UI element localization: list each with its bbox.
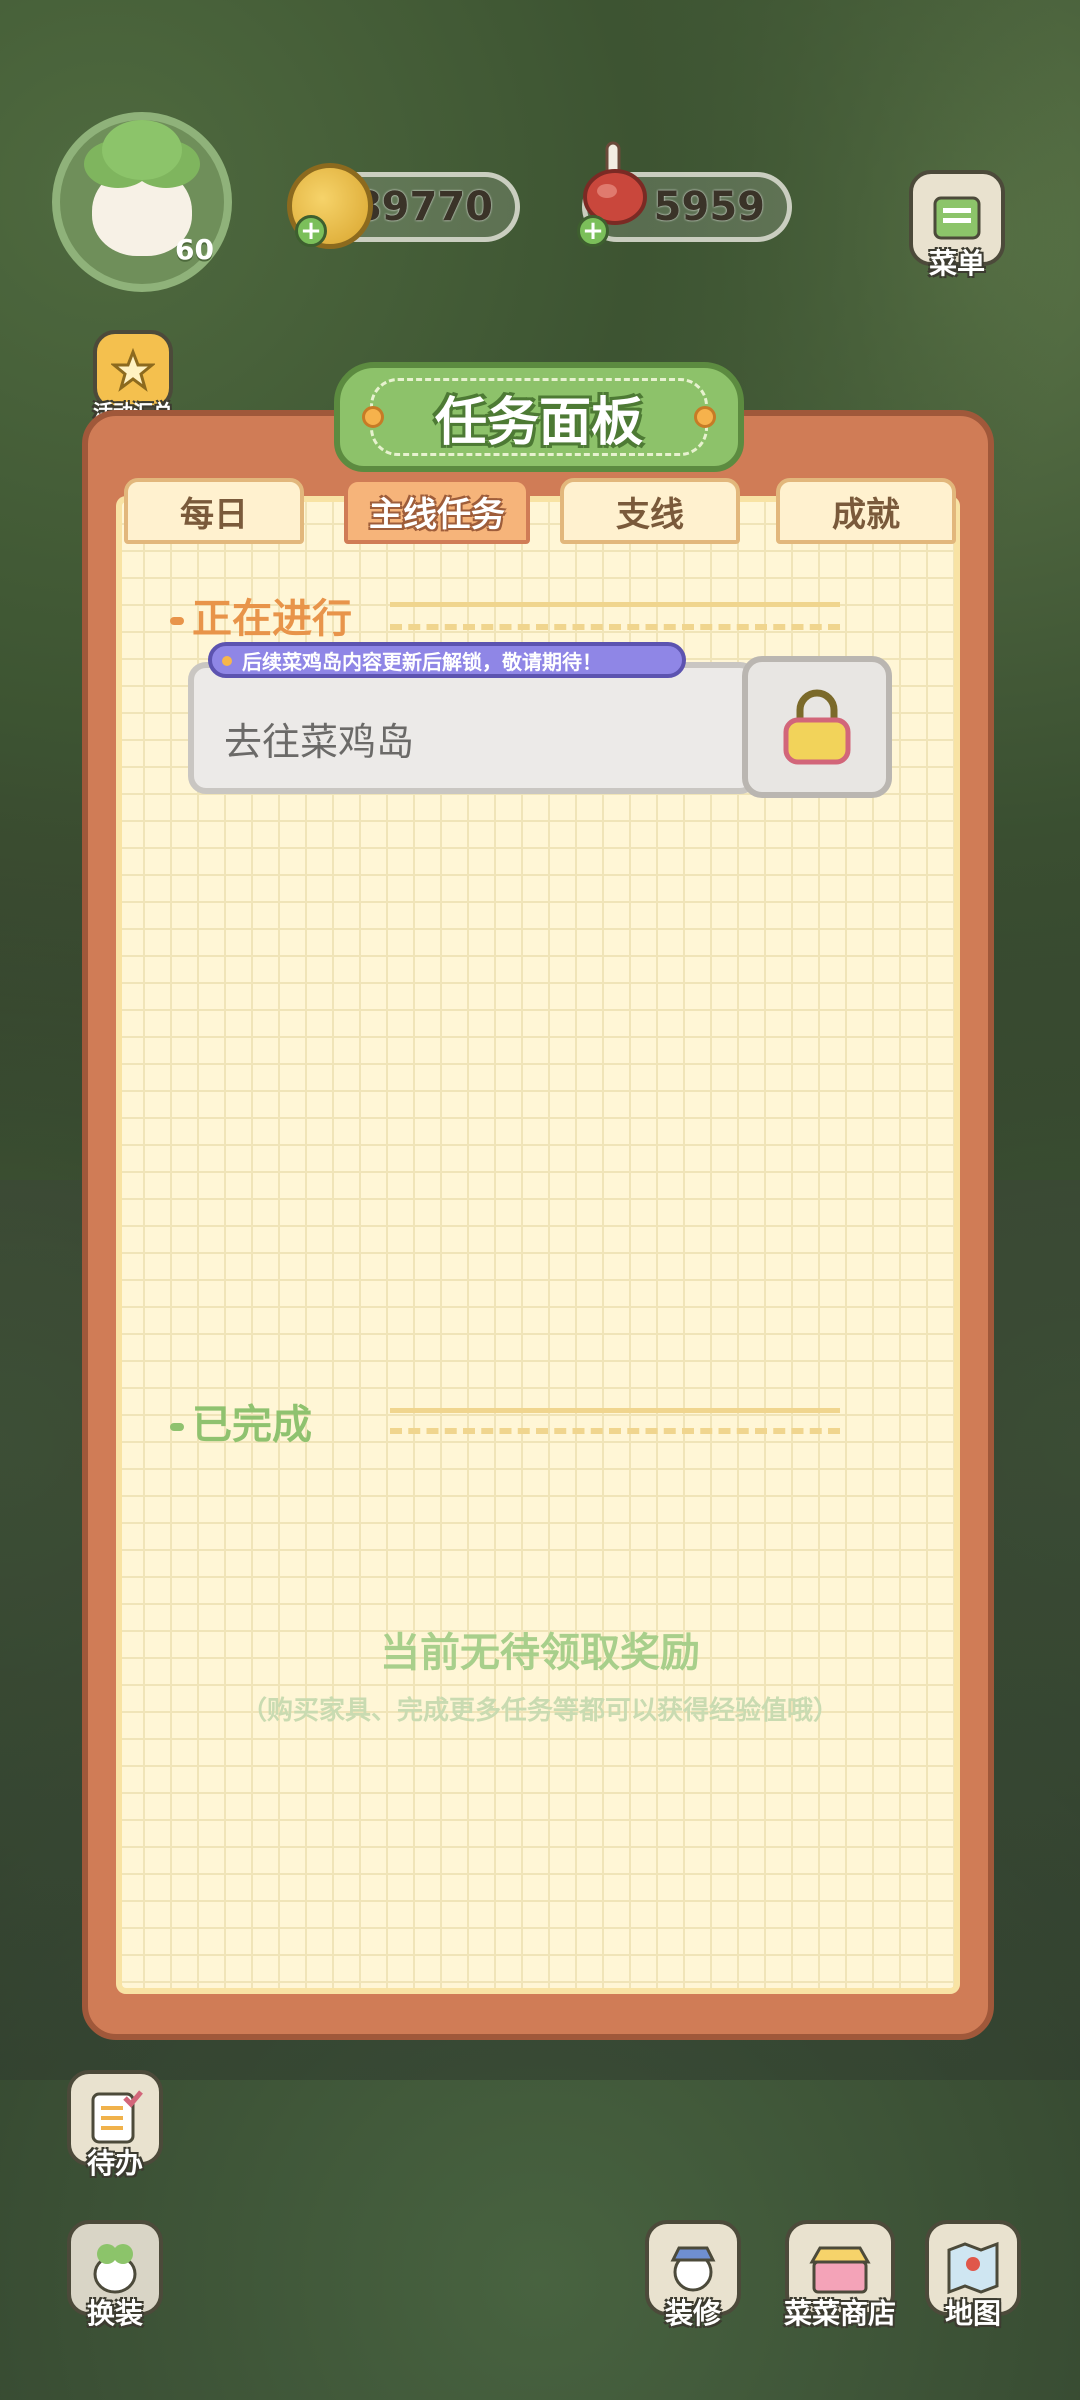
meat-value: 5959 [653, 184, 765, 230]
coin-value: 89770 [353, 184, 493, 230]
panel-title: 任务面板 [434, 392, 643, 453]
add-meat-icon[interactable]: + [577, 215, 609, 247]
decorate-label: 装修 [664, 2297, 721, 2330]
dress-up-button[interactable]: 换装 [60, 2220, 170, 2332]
panel-title-plate: 任务面板 [334, 362, 744, 472]
unlock-notice-text: 后续菜鸡岛内容更新后解锁，敬请期待！ [242, 649, 602, 674]
tab-side-quest[interactable]: 支线 [560, 478, 740, 544]
menu-label: 菜单 [928, 247, 985, 280]
divider-dashes [390, 624, 840, 640]
coin-counter[interactable]: + 89770 [287, 163, 520, 249]
divider-dashes [390, 1428, 840, 1444]
tab-daily[interactable]: 每日 [124, 478, 304, 544]
completed-heading: 已完成 [170, 1392, 312, 1450]
player-avatar[interactable]: 60 [52, 112, 232, 292]
title-bolt-left [362, 406, 384, 428]
add-coins-icon[interactable]: + [295, 215, 327, 247]
level-badge: 60 [175, 233, 214, 266]
shop-label: 菜菜商店 [783, 2297, 896, 2330]
unlock-notice-banner: 后续菜鸡岛内容更新后解锁，敬请期待！ [208, 642, 686, 678]
menu-button[interactable]: 菜单 [902, 170, 1012, 282]
divider-line [390, 602, 840, 617]
dress-up-label: 换装 [86, 2297, 143, 2330]
task-name: 去往菜鸡岛 [224, 719, 415, 764]
title-bolt-right [694, 406, 716, 428]
in-progress-heading: 正在进行 [170, 586, 352, 644]
tab-main-quest[interactable]: 主线任务 [344, 478, 530, 544]
meat-counter[interactable]: + 5959 [577, 141, 792, 247]
decorate-button[interactable]: 装修 [638, 2220, 748, 2332]
lock-icon [783, 689, 851, 765]
task-card[interactable]: 去往菜鸡岛 [188, 662, 758, 794]
map-button[interactable]: 地图 [918, 2220, 1028, 2332]
map-label: 地图 [944, 2297, 1001, 2330]
task-locked-button[interactable] [742, 656, 892, 798]
empty-rewards-title: 当前无待领取奖励 [380, 1630, 700, 1676]
todo-label: 待办 [86, 2147, 143, 2180]
divider-line [390, 1408, 840, 1423]
tab-achievements[interactable]: 成就 [776, 478, 956, 544]
empty-rewards-subtitle: （购买家具、完成更多任务等都可以获得经验值哦） [240, 1696, 839, 1726]
todo-button[interactable]: 待办 [60, 2070, 170, 2182]
shop-button[interactable]: 菜菜商店 [770, 2220, 910, 2332]
